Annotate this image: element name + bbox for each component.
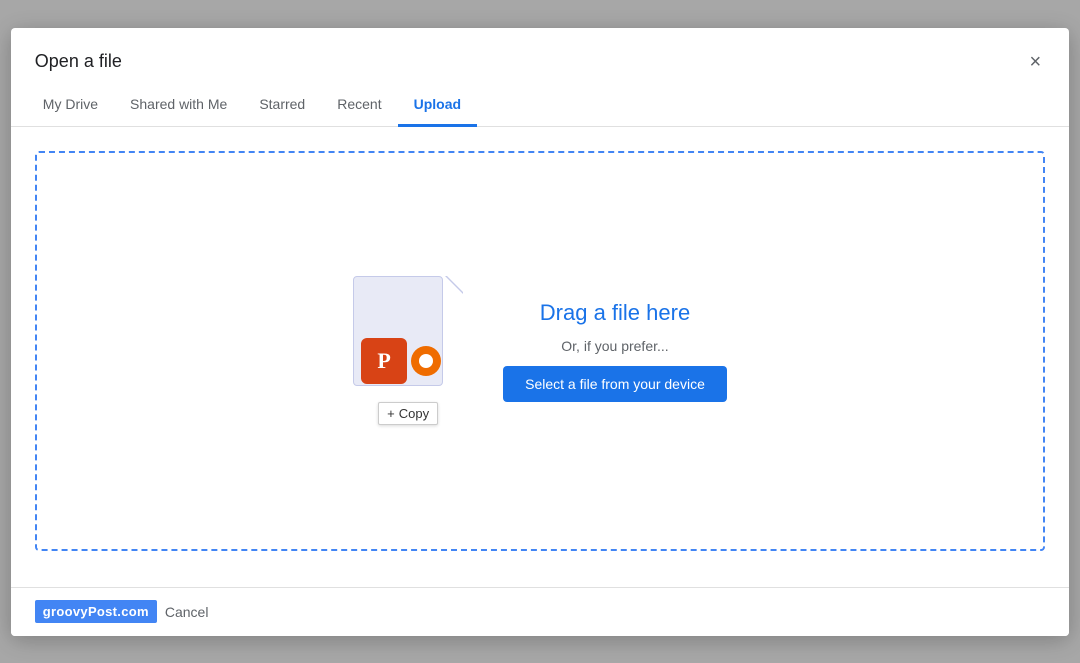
drag-subtitle: Or, if you prefer... xyxy=(561,338,668,354)
drop-text-area: Drag a file here Or, if you prefer... Se… xyxy=(503,300,727,402)
file-corner-fill xyxy=(447,276,463,292)
drop-zone-content: P + Copy Drag a fil xyxy=(353,276,727,425)
dialog-overlay: Open a file × My Drive Shared with Me St… xyxy=(0,0,1080,663)
dragged-file-icon: P + Copy xyxy=(353,276,463,425)
chart-icon xyxy=(411,346,441,376)
drag-title: Drag a file here xyxy=(540,300,690,326)
dialog-header: Open a file × xyxy=(11,28,1069,76)
tab-my-drive[interactable]: My Drive xyxy=(27,84,114,127)
tab-starred[interactable]: Starred xyxy=(243,84,321,127)
copy-label: Copy xyxy=(399,406,429,421)
dialog-title: Open a file xyxy=(35,51,122,72)
copy-plus-icon: + xyxy=(387,406,395,421)
powerpoint-p-icon: P xyxy=(361,338,407,384)
close-button[interactable]: × xyxy=(1026,48,1046,76)
chart-inner xyxy=(419,354,433,368)
select-file-button[interactable]: Select a file from your device xyxy=(503,366,727,402)
dialog-footer: groovyPost.com Cancel xyxy=(11,587,1069,636)
tab-bar: My Drive Shared with Me Starred Recent U… xyxy=(11,84,1069,127)
footer-brand: groovyPost.com xyxy=(35,600,157,623)
open-file-dialog: Open a file × My Drive Shared with Me St… xyxy=(11,28,1069,636)
cancel-button[interactable]: Cancel xyxy=(157,600,217,624)
tab-upload[interactable]: Upload xyxy=(398,84,477,127)
file-icon: P xyxy=(353,276,463,396)
tab-recent[interactable]: Recent xyxy=(321,84,397,127)
drop-zone[interactable]: P + Copy Drag a fil xyxy=(35,151,1045,551)
tab-shared-with-me[interactable]: Shared with Me xyxy=(114,84,243,127)
dialog-body: P + Copy Drag a fil xyxy=(11,127,1069,587)
copy-badge: + Copy xyxy=(378,402,438,425)
pptx-icon: P xyxy=(361,338,441,384)
